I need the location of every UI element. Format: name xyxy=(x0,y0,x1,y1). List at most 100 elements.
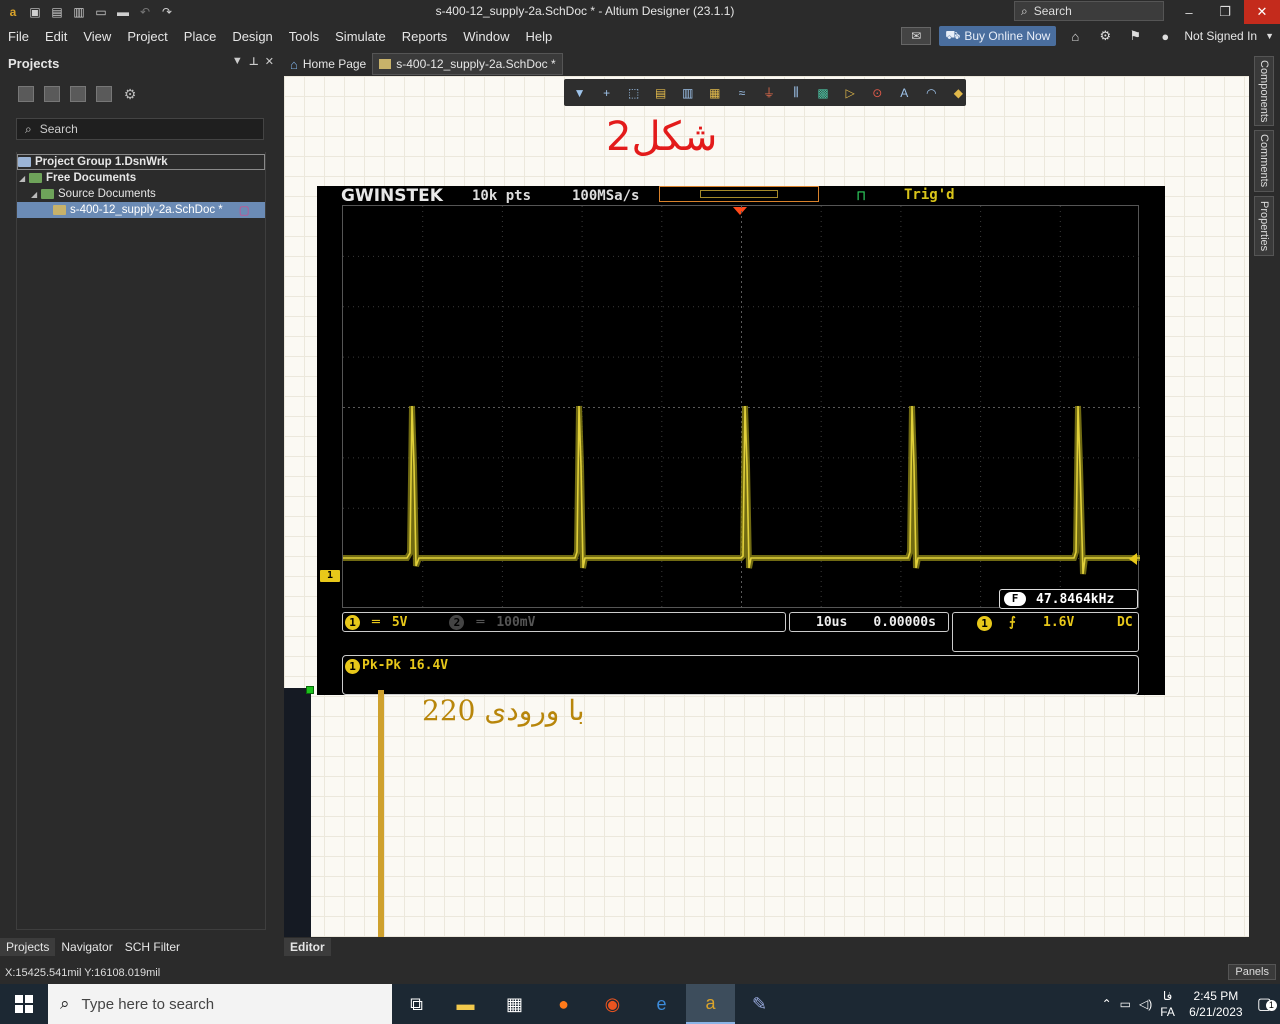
close-button[interactable]: ✕ xyxy=(1244,0,1280,24)
home-icon[interactable]: ⌂ xyxy=(1064,27,1086,45)
file-explorer-icon[interactable]: ▬ xyxy=(441,984,490,1024)
buy-online-button[interactable]: ⛟ Buy Online Now xyxy=(939,26,1057,46)
menu-design[interactable]: Design xyxy=(224,29,280,44)
title-search-box[interactable]: ⌕ Search xyxy=(1014,1,1164,21)
language-indicator[interactable]: فا FA xyxy=(1160,988,1175,1020)
text-icon[interactable]: A xyxy=(897,85,912,101)
menu-place[interactable]: Place xyxy=(176,29,225,44)
align-icon[interactable]: ▤ xyxy=(653,85,668,101)
taskbar-search-box[interactable]: ⌕ Type here to search xyxy=(48,984,392,1024)
menu-simulate[interactable]: Simulate xyxy=(327,29,394,44)
altium-taskbar-icon[interactable]: a xyxy=(686,984,735,1024)
menu-file[interactable]: File xyxy=(0,29,37,44)
pin-icon[interactable]: ⊥ xyxy=(249,55,259,68)
lang-code: FA xyxy=(1160,1005,1175,1019)
firefox-icon[interactable]: ● xyxy=(539,984,588,1024)
directive-icon[interactable]: ⊙ xyxy=(870,85,885,101)
expand-icon[interactable]: ◢ xyxy=(31,190,41,199)
minimize-button[interactable]: – xyxy=(1172,0,1206,24)
edge-icon[interactable]: e xyxy=(637,984,686,1024)
task-view-icon[interactable]: ⧉ xyxy=(392,984,441,1024)
tree-item-source-documents[interactable]: ◢ Source Documents xyxy=(17,186,265,202)
menu-help[interactable]: Help xyxy=(518,29,561,44)
project-gear-icon[interactable]: ⚙ xyxy=(122,86,138,102)
tab-editor[interactable]: Editor xyxy=(284,938,331,956)
tree-item-free-documents[interactable]: ◢ Free Documents xyxy=(17,170,265,186)
expand-icon[interactable]: ◢ xyxy=(19,174,29,183)
tab-sch-filter[interactable]: SCH Filter xyxy=(119,938,186,956)
port-icon[interactable]: ▷ xyxy=(843,85,858,101)
schematic-wire[interactable] xyxy=(378,690,384,937)
clock[interactable]: 2:45 PM 6/21/2023 xyxy=(1183,988,1249,1020)
freq-value: 47.8464kHz xyxy=(1036,591,1115,607)
notifications-button[interactable]: ▢ 1 xyxy=(1257,994,1277,1014)
tree-item-schdoc[interactable]: s-400-12_supply-2a.SchDoc * ▢ xyxy=(17,202,265,218)
panel-menu-icon[interactable]: ▼ xyxy=(232,55,243,68)
measurement-value: Pk-Pk 16.4V xyxy=(362,658,449,673)
panels-button[interactable]: Panels xyxy=(1228,964,1276,980)
tab-schdoc[interactable]: s-400-12_supply-2a.SchDoc * xyxy=(372,53,563,75)
bus-icon[interactable]: ⫼ xyxy=(789,85,804,101)
title-search-label: Search xyxy=(1033,4,1072,18)
select-rect-icon[interactable]: ⬚ xyxy=(626,85,641,101)
cart-icon: ⛟ xyxy=(945,28,961,42)
arc-icon[interactable]: ◠ xyxy=(924,85,939,101)
tab-comments[interactable]: Comments xyxy=(1254,130,1274,192)
ch1-scale: 5V xyxy=(391,614,408,630)
status-bar: X:15425.541mil Y:16108.019mil Panels xyxy=(0,962,1280,984)
project-options-icon[interactable] xyxy=(96,86,112,102)
save-all-project-icon[interactable] xyxy=(44,86,60,102)
component-icon[interactable]: ▦ xyxy=(707,85,722,101)
user-label[interactable]: Not Signed In xyxy=(1184,29,1257,43)
gear-icon[interactable]: ⚙ xyxy=(1094,27,1116,45)
clock-time: 2:45 PM xyxy=(1193,989,1239,1003)
ground-icon[interactable]: ⏚ xyxy=(761,85,776,101)
projects-panel: Projects ▼ ⊥ ✕ ⚙ ⌕ Search Project Group … xyxy=(0,52,280,938)
menu-tools[interactable]: Tools xyxy=(281,29,327,44)
tab-properties[interactable]: Properties xyxy=(1254,196,1274,256)
timebase: 10us xyxy=(816,614,848,630)
schematic-canvas[interactable]: ▼ + ⬚ ▤ ▥ ▦ ≈ ⏚ ⫼ ▩ ▷ ⊙ A ◠ ◆ شکل2 GWINS… xyxy=(284,76,1249,937)
network-icon[interactable]: ▭ xyxy=(1120,997,1131,1011)
panel-close-icon[interactable]: ✕ xyxy=(265,55,274,68)
save-project-icon[interactable] xyxy=(18,86,34,102)
compile-icon[interactable] xyxy=(70,86,86,102)
maximize-button[interactable]: ❐ xyxy=(1208,0,1242,24)
menu-bar: File Edit View Project Place Design Tool… xyxy=(0,24,1280,48)
user-icon[interactable]: ● xyxy=(1154,27,1176,45)
home-icon: ⌂ xyxy=(290,56,298,72)
trigger-level-marker xyxy=(1129,553,1137,565)
menu-edit[interactable]: Edit xyxy=(37,29,75,44)
menu-reports[interactable]: Reports xyxy=(394,29,456,44)
filter-icon[interactable]: ▼ xyxy=(572,85,587,101)
dc-coupling-icon: ═ xyxy=(476,614,485,630)
tab-schdoc-label: s-400-12_supply-2a.SchDoc * xyxy=(396,57,556,71)
volume-icon[interactable]: ◁) xyxy=(1139,997,1152,1011)
projects-search-input[interactable]: ⌕ Search xyxy=(16,118,264,140)
harness-icon[interactable]: ▩ xyxy=(816,85,831,101)
distribute-icon[interactable]: ▥ xyxy=(680,85,695,101)
tree-item-project-group[interactable]: Project Group 1.DsnWrk xyxy=(17,154,265,170)
search-icon: ⌕ xyxy=(60,994,70,1013)
menu-project[interactable]: Project xyxy=(119,29,175,44)
chevron-down-icon[interactable]: ▼ xyxy=(1265,31,1274,41)
media-app-icon[interactable]: ▦ xyxy=(490,984,539,1024)
tab-components[interactable]: Components xyxy=(1254,56,1274,126)
sheet-icon[interactable]: ◆ xyxy=(951,85,966,101)
start-button[interactable] xyxy=(0,984,48,1024)
tab-home-page[interactable]: ⌂ Home Page xyxy=(284,53,372,75)
chevron-up-icon[interactable]: ⌃ xyxy=(1102,997,1112,1011)
ubuntu-icon[interactable]: ◉ xyxy=(588,984,637,1024)
tab-navigator[interactable]: Navigator xyxy=(55,938,118,956)
figure-title: شکل2 xyxy=(606,114,718,160)
tab-projects[interactable]: Projects xyxy=(0,938,56,956)
notifications-icon[interactable]: ⚑ xyxy=(1124,27,1146,45)
crosshair-icon[interactable]: + xyxy=(599,85,614,101)
paint-icon[interactable]: ✎ xyxy=(735,984,784,1024)
menu-view[interactable]: View xyxy=(75,29,119,44)
wire-icon[interactable]: ≈ xyxy=(734,85,749,101)
windows-taskbar: ⌕ Type here to search ⧉ ▬ ▦ ● ◉ e a ✎ ⌃ … xyxy=(0,984,1280,1024)
menu-window[interactable]: Window xyxy=(455,29,517,44)
feedback-icon[interactable]: ✉ xyxy=(901,27,932,45)
scope-sample-rate: 100MSa/s xyxy=(572,188,640,204)
